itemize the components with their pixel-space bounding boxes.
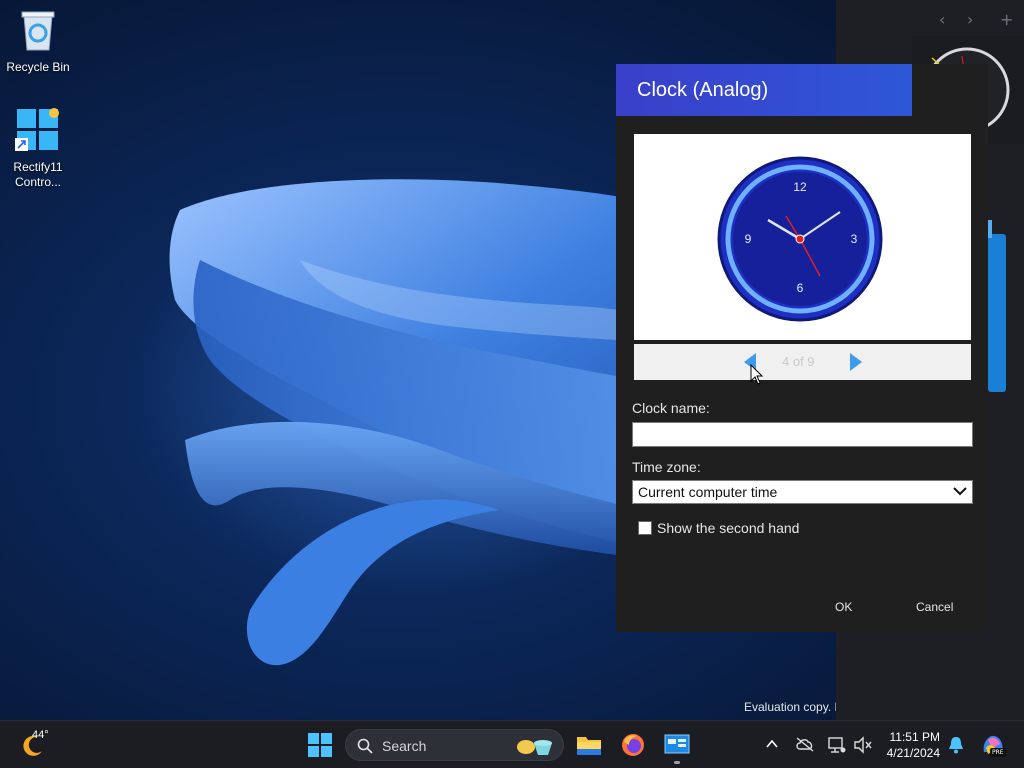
- analog-clock-preview-icon: 12 3 6 9: [717, 156, 883, 322]
- next-arrow-icon[interactable]: [848, 352, 864, 372]
- dialog-title: Clock (Analog): [616, 64, 912, 116]
- firefox-icon: [622, 734, 644, 756]
- weather-widget[interactable]: 44°: [20, 729, 49, 764]
- windows-start-icon: [308, 733, 332, 757]
- gadget-prev-button[interactable]: ‹: [939, 10, 945, 29]
- gadget-add-button[interactable]: +: [1000, 10, 1013, 29]
- copilot-button[interactable]: PRE: [980, 732, 1006, 758]
- mouse-cursor-icon: [750, 364, 764, 385]
- preview-number-12: 12: [793, 180, 807, 194]
- time-zone-label: Time zone:: [632, 459, 701, 475]
- volume-muted-icon[interactable]: [853, 736, 873, 754]
- file-explorer-button[interactable]: [576, 733, 602, 762]
- firefox-button[interactable]: [620, 732, 646, 763]
- taskbar-search-box[interactable]: Search: [345, 729, 564, 761]
- clock-settings-dialog: Clock (Analog) 12 3 6 9 4 of 9 Clock nam…: [616, 64, 988, 632]
- search-placeholder: Search: [382, 738, 427, 754]
- taskbar-time[interactable]: 11:51 PM: [890, 730, 940, 744]
- evaluation-watermark: Evaluation copy. E: [744, 700, 836, 714]
- preview-number-9: 9: [745, 232, 752, 246]
- time-zone-select[interactable]: Current computer time: [632, 480, 973, 504]
- rectify11-control-shortcut[interactable]: Rectify11 Contro...: [0, 106, 76, 190]
- second-hand-checkbox[interactable]: [638, 521, 652, 535]
- chevron-down-icon: [953, 487, 967, 496]
- recycle-bin-label: Recycle Bin: [6, 60, 70, 74]
- cloud-offline-icon[interactable]: [795, 736, 815, 752]
- running-indicator: [674, 761, 680, 764]
- notification-bell-icon[interactable]: [948, 736, 964, 754]
- clock-preview: 12 3 6 9: [634, 134, 971, 340]
- gadget-next-button[interactable]: ›: [967, 10, 973, 29]
- windows-logo-icon: [15, 108, 59, 151]
- rectify11-label-line2: Contro...: [14, 175, 62, 189]
- pager-count: 4 of 9: [782, 354, 815, 369]
- control-panel-button[interactable]: [664, 733, 690, 764]
- gadget-pager: 4 of 9: [634, 344, 971, 380]
- search-highlight-icon: [517, 740, 552, 755]
- weather-temperature: 44°: [32, 729, 49, 741]
- ok-button[interactable]: OK: [835, 600, 852, 614]
- time-zone-value: Current computer time: [638, 484, 778, 500]
- start-button[interactable]: [308, 733, 332, 762]
- gadget-side-panel: [988, 234, 1006, 392]
- preview-number-3: 3: [851, 232, 858, 246]
- cancel-button[interactable]: Cancel: [916, 600, 953, 614]
- taskbar: 44° Search 11:51 PM 4/21/2024 PRE: [0, 720, 1024, 768]
- taskbar-date[interactable]: 4/21/2024: [887, 746, 940, 760]
- preview-number-6: 6: [797, 281, 804, 295]
- chevron-up-icon[interactable]: [765, 738, 779, 750]
- control-panel-icon: [664, 734, 690, 754]
- search-icon: [357, 738, 373, 754]
- network-icon[interactable]: [828, 736, 846, 754]
- clock-name-label: Clock name:: [632, 400, 710, 416]
- copilot-preview-badge: PRE: [990, 748, 1006, 757]
- gadget-side-panel-accent: [988, 220, 992, 238]
- recycle-bin-shortcut[interactable]: Recycle Bin: [0, 8, 76, 75]
- rectify11-label-line1: Rectify11: [13, 160, 63, 174]
- clock-name-input[interactable]: [632, 422, 973, 447]
- folder-icon: [577, 737, 601, 755]
- recycle-bin-icon: [21, 11, 55, 51]
- second-hand-label: Show the second hand: [657, 520, 800, 536]
